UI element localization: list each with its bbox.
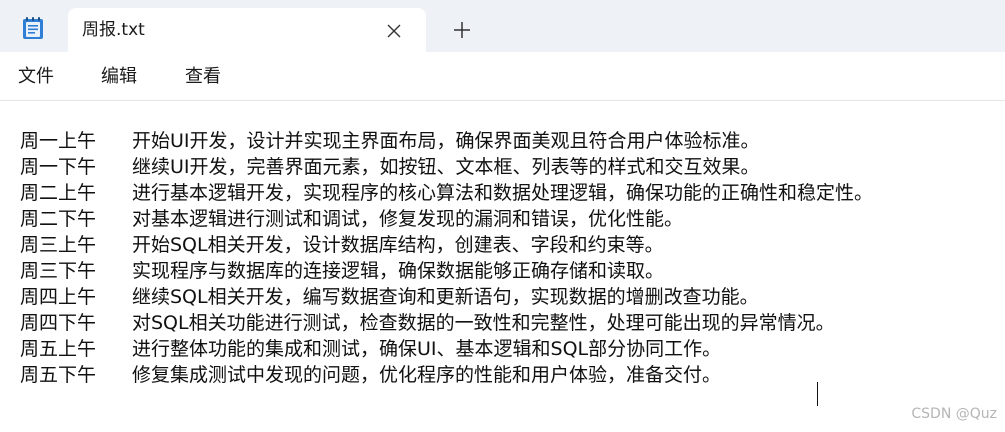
- text-line: 周五下午 修复集成测试中发现的问题，优化程序的性能和用户体验，准备交付。: [20, 362, 721, 388]
- text-line: 周五上午 进行整体功能的集成和测试，确保UI、基本逻辑和SQL部分协同工作。: [20, 336, 721, 362]
- watermark: CSDN @Quz: [911, 406, 997, 422]
- text-line: 周二上午 进行基本逻辑开发，实现程序的核心算法和数据处理逻辑，确保功能的正确性和稳…: [20, 180, 873, 206]
- text-line: 周一上午 开始UI开发，设计并实现主界面布局，确保界面美观且符合用户体验标准。: [20, 128, 760, 154]
- line-text: 继续SQL相关开发，编写数据查询和更新语句，实现数据的增删改查功能。: [132, 286, 759, 308]
- line-text: 开始SQL相关开发，设计数据库结构，创建表、字段和约束等。: [132, 234, 664, 256]
- line-text: 修复集成测试中发现的问题，优化程序的性能和用户体验，准备交付。: [132, 364, 722, 386]
- day-label: 周三下午: [20, 260, 97, 282]
- menu-bar: 文件 编辑 查看: [0, 52, 1005, 101]
- text-line: 周二下午 对基本逻辑进行测试和调试，修复发现的漏洞和错误，优化性能。: [20, 206, 683, 232]
- menu-file[interactable]: 文件: [18, 65, 54, 89]
- notepad-icon: [22, 16, 44, 40]
- line-text: 对基本逻辑进行测试和调试，修复发现的漏洞和错误，优化性能。: [132, 208, 684, 230]
- line-text: 进行基本逻辑开发，实现程序的核心算法和数据处理逻辑，确保功能的正确性和稳定性。: [132, 182, 874, 204]
- day-label: 周一下午: [20, 156, 97, 178]
- menu-edit[interactable]: 编辑: [101, 65, 137, 89]
- day-label: 周五下午: [20, 364, 97, 386]
- document-tab[interactable]: 周报.txt: [68, 8, 426, 52]
- day-label: 周五上午: [20, 338, 97, 360]
- menu-view[interactable]: 查看: [185, 65, 221, 89]
- close-icon[interactable]: [384, 21, 404, 41]
- tab-title: 周报.txt: [82, 20, 145, 40]
- day-label: 周四上午: [20, 286, 97, 308]
- text-line: 周三上午 开始SQL相关开发，设计数据库结构，创建表、字段和约束等。: [20, 232, 664, 258]
- day-label: 周四下午: [20, 312, 97, 334]
- day-label: 周二下午: [20, 208, 97, 230]
- day-label: 周一上午: [20, 130, 97, 152]
- text-editor[interactable]: 周一上午 开始UI开发，设计并实现主界面布局，确保界面美观且符合用户体验标准。 周…: [0, 101, 1005, 432]
- text-line: 周四上午 继续SQL相关开发，编写数据查询和更新语句，实现数据的增删改查功能。: [20, 284, 759, 310]
- title-bar: 周报.txt: [0, 0, 1005, 52]
- line-text: 继续UI开发，完善界面元素，如按钮、文本框、列表等的样式和交互效果。: [132, 156, 760, 178]
- day-label: 周三上午: [20, 234, 97, 256]
- line-text: 进行整体功能的集成和测试，确保UI、基本逻辑和SQL部分协同工作。: [132, 338, 722, 360]
- text-line: 周四下午 对SQL相关功能进行测试，检查数据的一致性和完整性，处理可能出现的异常情…: [20, 310, 835, 336]
- text-line: 周一下午 继续UI开发，完善界面元素，如按钮、文本框、列表等的样式和交互效果。: [20, 154, 760, 180]
- day-label: 周二上午: [20, 182, 97, 204]
- line-text: 实现程序与数据库的连接逻辑，确保数据能够正确存储和读取。: [132, 260, 665, 282]
- text-caret: [817, 382, 818, 406]
- text-line: 周三下午 实现程序与数据库的连接逻辑，确保数据能够正确存储和读取。: [20, 258, 664, 284]
- line-text: 对SQL相关功能进行测试，检查数据的一致性和完整性，处理可能出现的异常情况。: [132, 312, 835, 334]
- plus-icon[interactable]: [451, 19, 473, 41]
- line-text: 开始UI开发，设计并实现主界面布局，确保界面美观且符合用户体验标准。: [132, 130, 760, 152]
